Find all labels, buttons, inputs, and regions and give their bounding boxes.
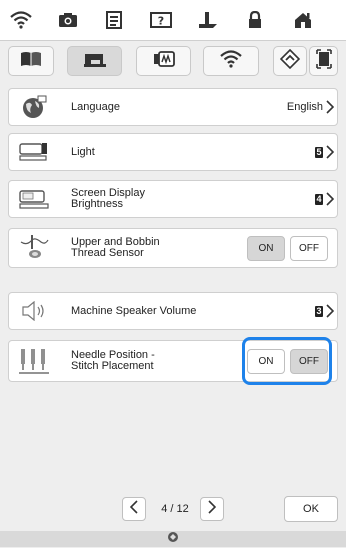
- speaker-volume-label: Machine Speaker Volume: [71, 304, 197, 317]
- settings-row-needle-position: Needle Position - Stitch Placement ON OF…: [8, 340, 338, 382]
- needle-position-label: Needle Position - Stitch Placement: [71, 349, 155, 372]
- tab-embroidery-settings[interactable]: [136, 46, 191, 76]
- language-label: Language: [71, 100, 120, 113]
- brightness-level-digit: 4: [315, 193, 323, 205]
- needle-position-off-button[interactable]: OFF: [290, 349, 328, 374]
- wifi-icon[interactable]: [6, 6, 36, 34]
- save-settings-button[interactable]: [273, 46, 307, 76]
- screen-brightness-label: Screen Display Brightness: [71, 187, 145, 210]
- bottom-bar: [0, 531, 346, 547]
- needle-foot-icon[interactable]: [193, 6, 223, 34]
- screen-brightness-icon: [17, 186, 51, 212]
- light-value: 5: [315, 134, 323, 170]
- thread-sensor-icon: [17, 234, 51, 260]
- next-page-button[interactable]: [200, 497, 224, 521]
- settings-row-light[interactable]: Light 5: [8, 133, 338, 171]
- wifi-icon: [219, 49, 243, 73]
- camera-icon[interactable]: [53, 6, 83, 34]
- settings-row-thread-sensor: Upper and Bobbin Thread Sensor ON OFF: [8, 228, 338, 268]
- light-label: Light: [71, 145, 95, 158]
- lock-icon[interactable]: [240, 6, 270, 34]
- thread-sensor-off-button[interactable]: OFF: [290, 236, 328, 261]
- chevron-right-icon: [326, 89, 334, 125]
- volume-level-digit: 3: [315, 305, 323, 317]
- settings-row-speaker-volume[interactable]: Machine Speaker Volume 3: [8, 292, 338, 330]
- chevron-left-icon: [129, 499, 138, 519]
- help-icon[interactable]: ?: [146, 6, 176, 34]
- tab-manual[interactable]: [8, 46, 54, 76]
- screen-capture-button[interactable]: [309, 46, 338, 76]
- spool-icon: [167, 530, 179, 548]
- needle-position-icon: [17, 348, 51, 374]
- speaker-icon: [17, 298, 51, 324]
- screen-brightness-value: 4: [315, 181, 323, 217]
- needle-position-on-button[interactable]: ON: [247, 349, 285, 374]
- tab-network[interactable]: [203, 46, 259, 76]
- chevron-right-icon: [208, 499, 217, 519]
- speaker-volume-value: 3: [315, 293, 323, 329]
- sewing-light-icon: [17, 139, 51, 165]
- svg-text:?: ?: [158, 15, 164, 28]
- top-toolbar: ?: [0, 0, 346, 41]
- prev-page-button[interactable]: [122, 497, 146, 521]
- language-value: English: [286, 101, 323, 113]
- thread-sensor-label: Upper and Bobbin Thread Sensor: [71, 236, 160, 259]
- document-frame-icon: [315, 48, 332, 74]
- book-icon: [20, 51, 42, 72]
- home-icon[interactable]: [288, 6, 318, 34]
- page-indicator: 4 / 12: [161, 503, 189, 515]
- embroidery-icon: [152, 50, 176, 72]
- light-level-digit: 5: [315, 146, 323, 158]
- settings-row-screen-brightness[interactable]: Screen Display Brightness 4: [8, 180, 338, 218]
- chevron-right-icon: [326, 293, 334, 329]
- settings-row-language[interactable]: Language English: [8, 88, 338, 126]
- document-icon[interactable]: [99, 6, 129, 34]
- chevron-right-icon: [326, 134, 334, 170]
- sewing-machine-icon: [83, 51, 107, 72]
- globe-icon: [17, 94, 51, 120]
- tab-sewing-settings[interactable]: [67, 46, 122, 76]
- ok-button[interactable]: OK: [284, 496, 338, 522]
- diamond-arrow-icon: [279, 48, 301, 74]
- chevron-right-icon: [326, 181, 334, 217]
- thread-sensor-on-button[interactable]: ON: [247, 236, 285, 261]
